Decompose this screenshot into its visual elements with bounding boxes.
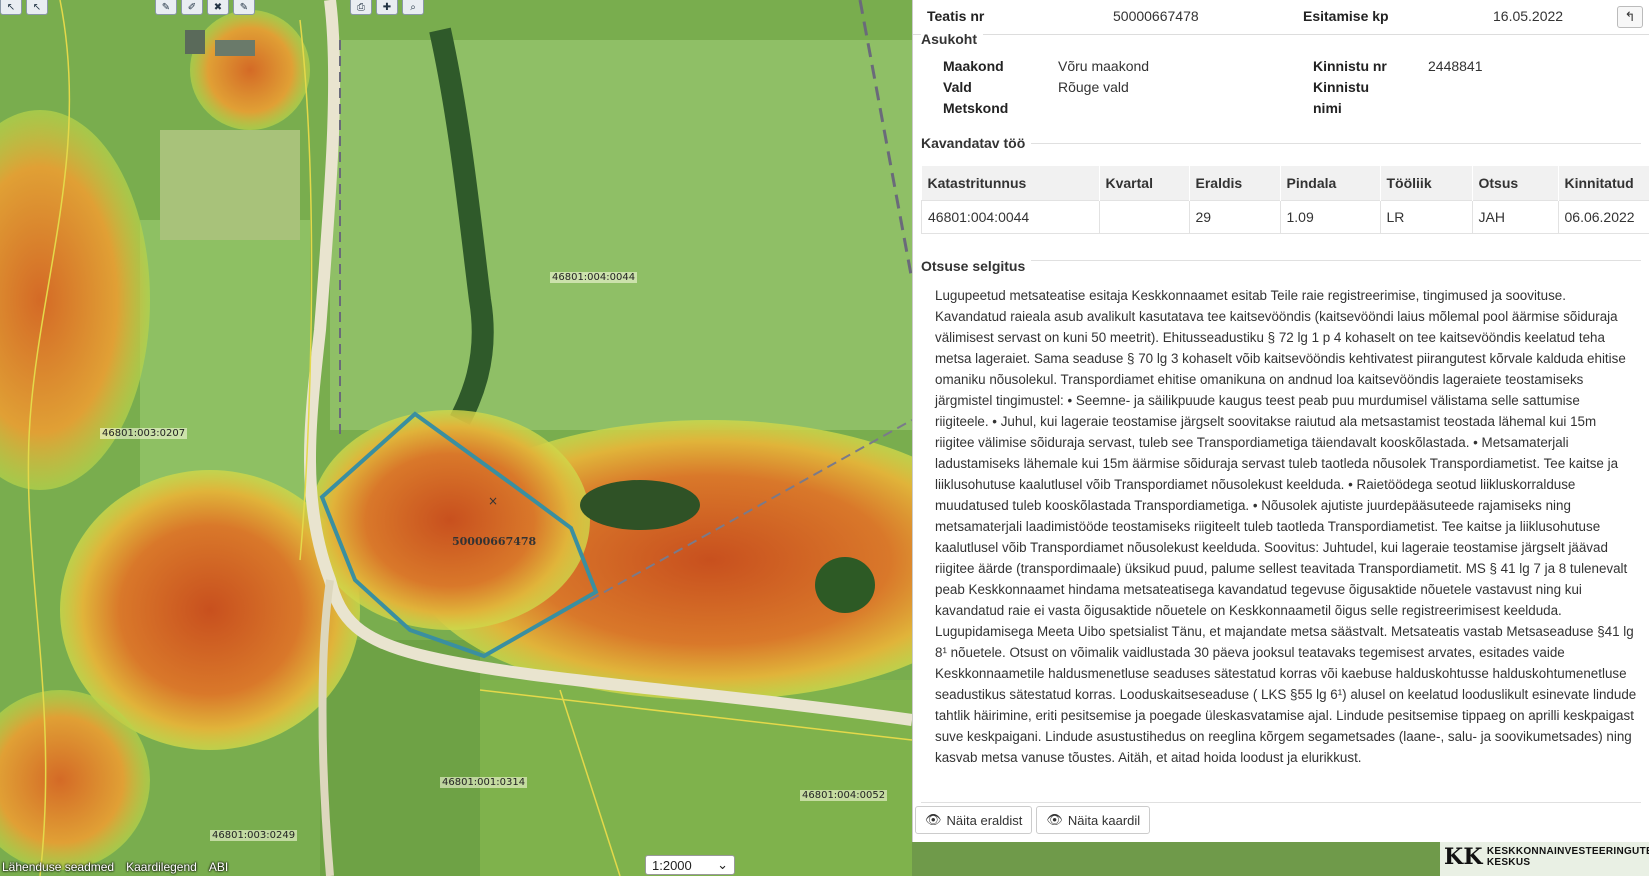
scale-select[interactable]: 1:2000 ⌄ [645,855,735,875]
eye-icon: 👁 [925,812,942,827]
table-header-row: Katastritunnus Kvartal Eraldis Pindala T… [921,166,1649,201]
column-header: Eraldis [1189,166,1281,201]
eye-icon: 👁 [1046,812,1063,827]
table-cell [1098,200,1190,234]
svg-text:×: × [488,494,498,508]
edit-shape-icon[interactable]: ✎ [233,0,255,15]
table-cell: 46801:004:0044 [921,200,1100,234]
show-on-map-button[interactable]: 👁 Näita kaardil [1036,806,1151,834]
kik-logo-text: KESKKONNAINVESTEERINGUTE KESKUS [1486,846,1649,868]
county-value: Võru maakond [1058,58,1150,74]
explanation-text: Lugupeetud metsateatise esitaja Keskkonn… [935,288,1637,765]
submit-date-value: 16.05.2022 [1493,8,1564,24]
county-label: Maakond [943,58,1004,74]
back-button[interactable]: ↰ [1617,6,1643,28]
select-arrow-icon[interactable]: ↖ [0,0,22,15]
notice-number-label: Teatis nr [927,8,985,24]
chevron-down-icon: ⌄ [717,857,728,872]
panel-actions: 👁 Näita eraldist 👁 Näita kaardil [915,806,1151,834]
show-stand-button[interactable]: 👁 Näita eraldist [915,806,1033,834]
map-toolbar-draw: ✎ ✐ ✖ ✎ [155,0,255,16]
table-cell: 06.06.2022 [1557,200,1649,234]
scale-value: 1:2000 [652,857,692,873]
parcel-label: 46801:003:0249 [210,830,298,841]
link-help[interactable]: ABI [209,860,228,874]
forest-district-label: Metskond [943,100,1009,116]
column-header: Pindala [1280,166,1381,201]
parcel-label: 46801:004:0052 [800,790,888,801]
parish-value: Rõuge vald [1058,79,1129,95]
column-header: Kvartal [1099,166,1190,201]
back-arrow-icon: ↰ [1624,9,1636,24]
parcel-label: 46801:001:0314 [440,777,528,788]
link-device-settings[interactable]: Lähenduse seadmed [2,860,114,874]
show-on-map-label: Näita kaardil [1067,812,1141,828]
measure-icon[interactable]: ✐ [181,0,203,15]
submit-date-label: Esitamise kp [1303,8,1389,24]
table-row[interactable]: 46801:004:0044 29 1.09 LR JAH 06.06.2022 [921,200,1649,234]
planned-work-table: Katastritunnus Kvartal Eraldis Pindala T… [921,166,1649,234]
erase-icon[interactable]: ✖ [207,0,229,15]
search-icon[interactable]: ⌕ [402,0,424,15]
show-stand-label: Näita eraldist [946,812,1023,828]
map-bottom-links: Lähenduse seadmed Kaardilegend ABI [0,858,228,876]
column-header: Otsus [1472,166,1559,201]
table-cell: JAH [1471,200,1559,234]
table-cell: 29 [1188,200,1281,234]
zoom-extent-icon[interactable]: ✚ [376,0,398,15]
map-toolbar-left: ↖ ↖ [0,0,48,16]
planned-work-title: Kavandatav töö [921,135,1032,151]
notice-header: Teatis nr 50000667478 Esitamise kp 16.05… [913,0,1649,35]
column-header: Tööliik [1380,166,1473,201]
location-title: Asukoht [921,31,983,47]
link-map-legend[interactable]: Kaardilegend [126,860,197,874]
property-name-label: Kinnistu [1313,79,1369,95]
kik-logo-mark: KK [1444,844,1483,870]
parish-label: Vald [943,79,972,95]
table-cell: LR [1379,200,1473,234]
property-nr-value: 2448841 [1428,58,1483,74]
map-toolbar-right: ⎙ ✚ ⌕ [350,0,424,16]
notice-number-value: 50000667478 [1113,8,1199,24]
notice-details-panel: Teatis nr 50000667478 Esitamise kp 16.05… [912,0,1649,842]
property-nr-label: Kinnistu nr [1313,58,1387,74]
print-icon[interactable]: ⎙ [350,0,372,15]
kik-logo: KK KESKKONNAINVESTEERINGUTE KESKUS [1444,841,1649,873]
column-header: Katastritunnus [921,166,1100,201]
parcel-label: 46801:003:0207 [100,428,188,439]
table-cell: 1.09 [1279,200,1381,234]
notice-polygon-label: 50000667478 [452,535,537,548]
divider [921,802,1641,803]
property-name-label-cont: nimi [1313,100,1342,116]
select-plus-icon[interactable]: ↖ [26,0,48,15]
pencil-icon[interactable]: ✎ [155,0,177,15]
explanation-title: Otsuse selgitus [921,258,1032,274]
parcel-label: 46801:004:0044 [550,272,638,283]
column-header: Kinnitatud [1558,166,1649,201]
